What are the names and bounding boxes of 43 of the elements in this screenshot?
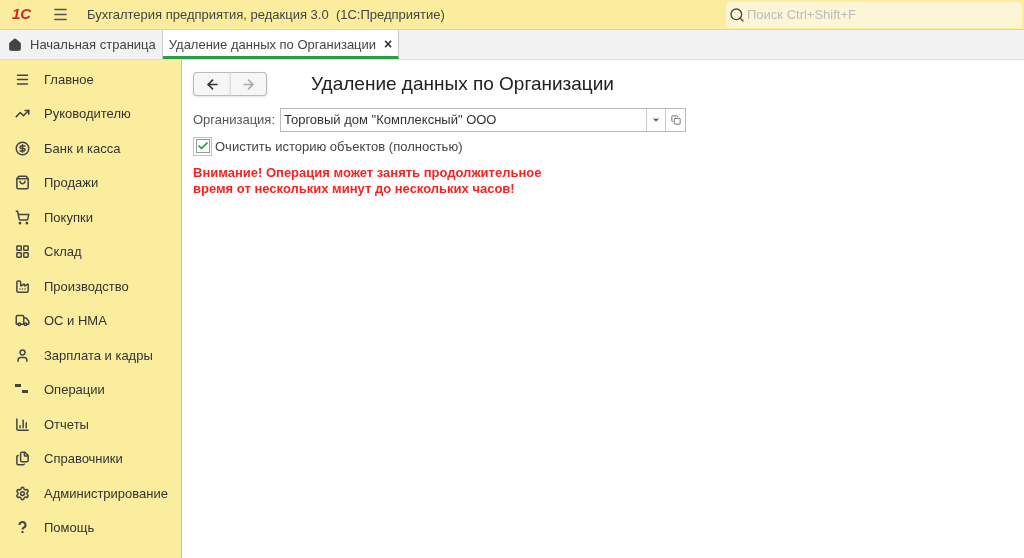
truck-icon	[15, 313, 30, 329]
bag-icon	[15, 175, 30, 191]
search-icon	[729, 6, 745, 23]
checkbox[interactable]	[193, 136, 212, 156]
sidebar-item[interactable]: Продажи	[0, 165, 181, 200]
coin-icon	[15, 140, 30, 156]
menu-icon[interactable]	[52, 6, 69, 23]
copy-icon	[670, 114, 681, 125]
back-button[interactable]	[193, 72, 230, 97]
grid-icon	[15, 244, 30, 260]
sidebar-item[interactable]: Покупки	[0, 200, 181, 235]
sidebar-item[interactable]: Справочники	[0, 441, 181, 476]
sidebar-item[interactable]: Склад	[0, 234, 181, 269]
tab[interactable]: Удаление данных по Организации ×	[162, 30, 400, 59]
checkbox-label: Очистить историю объектов (полностью)	[215, 137, 463, 156]
warning-text: Внимание! Операция может занять продолжительное время от нескольких минут до нескольких часов!	[193, 165, 543, 197]
sidebar-item[interactable]: Помощь	[0, 510, 181, 545]
documents-icon	[15, 451, 30, 467]
field-label: Организация:	[193, 110, 276, 129]
cart-icon	[15, 209, 30, 225]
sidebar-item[interactable]: Руководителю	[0, 96, 181, 131]
home-icon	[8, 37, 22, 52]
tab[interactable]: Начальная страница	[0, 30, 163, 59]
close-button[interactable]: ×	[384, 34, 393, 55]
search-field[interactable]: Поиск Ctrl+Shift+F	[726, 1, 1022, 28]
sidebar-item[interactable]: Зарплата и кадры	[0, 338, 181, 373]
sidebar-item[interactable]: Отчеты	[0, 407, 181, 442]
organization-field[interactable]: Торговый дом "Комплексный" ООО	[280, 107, 687, 132]
page-title: Удаление данных по Организации	[311, 72, 614, 96]
factory-icon	[15, 278, 30, 294]
sidebar-item[interactable]: Банк и касса	[0, 131, 181, 166]
sidebar-item[interactable]: Администрирование	[0, 476, 181, 511]
right-arrow-icon	[241, 76, 256, 92]
sidebar-item[interactable]: ОС и НМА	[0, 303, 181, 338]
bar-chart-icon	[15, 416, 30, 432]
logo: 1С	[12, 4, 33, 25]
menu-icon	[15, 71, 30, 87]
sidebar-item[interactable]: Производство	[0, 269, 181, 304]
sidebar-item[interactable]: Главное	[0, 62, 181, 97]
sidebar-item[interactable]: Операции	[0, 372, 181, 407]
settings-icon	[15, 485, 30, 501]
person-icon	[15, 347, 30, 363]
app-title: Бухгалтерия предприятия, редакция 3.0 (1С:Предприятие)	[87, 5, 445, 24]
